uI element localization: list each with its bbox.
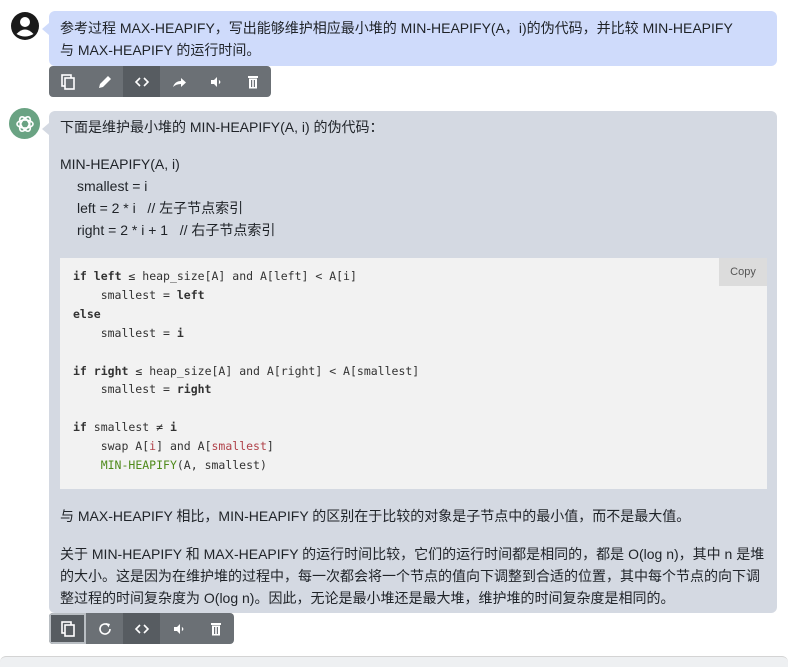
code-keyword: else <box>73 306 101 321</box>
trash-icon <box>210 622 221 635</box>
share-icon <box>172 77 186 87</box>
assistant-avatar <box>9 108 40 139</box>
code-text: ] <box>266 439 274 454</box>
code-text: smallest ≠ <box>86 420 170 435</box>
delete-button[interactable] <box>197 613 234 644</box>
speak-button[interactable] <box>197 66 234 97</box>
code-text: ] and A[ <box>156 439 212 454</box>
code-keyword: right <box>176 382 212 397</box>
code-text: smallest = <box>73 382 177 397</box>
speaker-icon <box>173 623 183 634</box>
pseudo-line: right = 2 * i + 1 // 右子节点索引 <box>77 222 276 238</box>
code-text: smallest = <box>73 325 177 340</box>
pseudo-line: smallest = i <box>77 178 148 194</box>
edit-icon <box>98 75 111 88</box>
code-keyword: if <box>73 363 87 378</box>
code-keyword: if <box>73 269 87 283</box>
regenerate-button[interactable] <box>86 613 123 644</box>
copy-button[interactable] <box>49 613 86 644</box>
code-block: Copy if left ≤ heap_size[A] and A[left] … <box>60 258 767 489</box>
code-icon <box>134 623 149 634</box>
copy-button[interactable] <box>49 66 86 97</box>
code-text: (A, smallest) <box>176 458 267 473</box>
code-keyword: if <box>73 420 87 435</box>
share-button[interactable] <box>160 66 197 97</box>
code-function: MIN-HEAPIFY <box>100 458 177 473</box>
code-copy-button[interactable]: Copy <box>719 258 767 286</box>
assistant-message-toolbar <box>49 613 234 644</box>
code-content: if left ≤ heap_size[A] and A[left] < A[i… <box>73 267 419 475</box>
code-keyword: right <box>93 363 129 378</box>
code-variable: smallest <box>211 439 267 454</box>
speak-button[interactable] <box>160 613 197 644</box>
pseudo-line: MIN-HEAPIFY(A, i) <box>60 156 180 172</box>
assistant-message-bubble: 下面是维护最小堆的 MIN-HEAPIFY(A, i) 的伪代码： MIN-HE… <box>42 111 777 613</box>
code-text: swap A[ <box>73 439 150 454</box>
message-input-area[interactable] <box>0 656 788 667</box>
user-message-line: 与 MAX-HEAPIFY 的运行时间。 <box>60 42 261 58</box>
code-text: ≤ heap_size[A] and A[left] < A[i] <box>121 269 357 283</box>
delete-button[interactable] <box>234 66 271 97</box>
assistant-paragraph: 与 MAX-HEAPIFY 相比，MIN-HEAPIFY 的区别在于比较的对象是… <box>60 508 691 524</box>
user-message-bubble: 参考过程 MAX-HEAPIFY，写出能够维护相应最小堆的 MIN-HEAPIF… <box>42 11 777 66</box>
user-avatar <box>9 10 40 41</box>
pseudo-line: left = 2 * i // 左子节点索引 <box>77 200 244 216</box>
assistant-paragraph: 关于 MIN-HEAPIFY 和 MAX-HEAPIFY 的运行时间比较，它们的… <box>60 546 765 606</box>
code-keyword: left <box>93 269 122 283</box>
user-message-toolbar <box>49 66 271 97</box>
code-button[interactable] <box>123 613 160 644</box>
copy-icon <box>60 73 75 90</box>
edit-button[interactable] <box>86 66 123 97</box>
user-message-text: 参考过程 MAX-HEAPIFY，写出能够维护相应最小堆的 MIN-HEAPIF… <box>60 17 767 61</box>
user-message-line: 参考过程 MAX-HEAPIFY，写出能够维护相应最小堆的 MIN-HEAPIF… <box>60 20 733 36</box>
code-text: ≤ heap_size[A] and A[right] < A[smallest… <box>128 363 420 378</box>
code-keyword: left <box>176 287 205 302</box>
copy-icon <box>60 620 75 637</box>
speaker-icon <box>210 76 220 87</box>
user-icon <box>10 11 39 40</box>
code-keyword: i <box>176 325 184 340</box>
chatgpt-logo-icon <box>15 115 34 132</box>
code-keyword: i <box>169 420 177 435</box>
code-button[interactable] <box>123 66 160 97</box>
trash-icon <box>247 75 258 88</box>
regenerate-icon <box>98 622 111 635</box>
assistant-intro: 下面是维护最小堆的 MIN-HEAPIFY(A, i) 的伪代码： <box>60 119 384 135</box>
code-text: smallest = <box>73 287 177 302</box>
code-icon <box>134 76 149 87</box>
